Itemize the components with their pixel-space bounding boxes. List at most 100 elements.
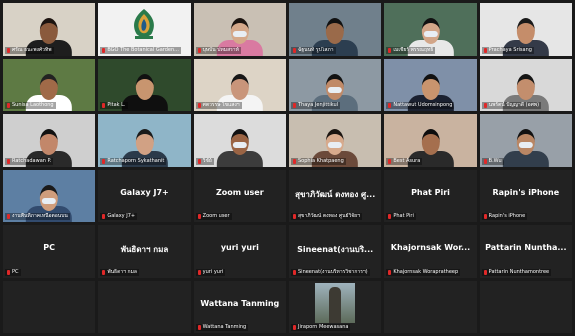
participant-tile[interactable]: วิชัย์	[193, 114, 286, 167]
participant-tile[interactable]: เมเชียร์ พรรณฤทธิ์	[384, 3, 477, 56]
participant-name-label: นพรัตน์ ปัญญาดี (อศพ)	[481, 102, 542, 109]
mic-muted-icon[interactable]	[483, 158, 487, 164]
participant-name-label: Ratchaporn Sykathanit	[100, 157, 167, 165]
participant-name-text: ศตวรรษ ไขแสงฯ	[202, 102, 240, 108]
participant-tile[interactable]: Pitak L.	[98, 58, 191, 111]
mic-muted-icon[interactable]	[7, 158, 10, 164]
participant-name-text: Pitak L.	[107, 102, 126, 108]
mic-muted-icon[interactable]	[388, 47, 392, 53]
participant-tile[interactable]: พันธิดาฯ กมล พันธิดาฯ กมล	[98, 225, 191, 278]
empty-tile	[479, 280, 572, 333]
participant-tile[interactable]: Wattana Tanming Wattana Tanming	[193, 280, 286, 333]
mic-muted-icon[interactable]	[293, 269, 296, 275]
mic-muted-icon[interactable]	[388, 158, 392, 164]
participant-name-text: Sineenat(งานบริหารวิชาการฯ)	[298, 268, 368, 275]
participant-name-text: Ratchaporn Sykathanit	[107, 157, 165, 164]
participant-display-name: yuri yuri	[220, 243, 259, 252]
participant-tile[interactable]: Ratchadawan P.	[3, 114, 96, 167]
participant-tile[interactable]: Galaxy J7+ Galaxy J7+	[98, 169, 191, 222]
participant-tile[interactable]: Jiraporn Meewasana	[289, 280, 382, 333]
participant-display-name: พันธิดาฯ กมล	[120, 245, 169, 254]
mic-muted-icon[interactable]	[7, 214, 10, 219]
mic-muted-icon[interactable]	[293, 158, 296, 164]
mic-muted-icon[interactable]	[197, 325, 201, 330]
participant-tile[interactable]: Phat Piri Phat Piri	[384, 169, 477, 222]
mic-muted-icon[interactable]	[293, 325, 296, 330]
participant-tile[interactable]: สุขาภิวัฒน์ ตงทอง ศู... สุขาภิวัฒน์ ตงทอง…	[289, 169, 382, 222]
participant-name-label: Prachaya Srisang	[481, 46, 534, 54]
participant-name-text: Galaxy J7+	[107, 213, 136, 219]
empty-tile	[384, 280, 477, 333]
mic-muted-icon[interactable]	[7, 103, 10, 108]
participant-tile[interactable]: BGO The Botanical Garden...	[98, 3, 191, 56]
participant-tile[interactable]: PC PC	[3, 225, 96, 278]
participant-tile[interactable]: B.Wu	[479, 114, 572, 167]
participant-name-text: Jiraporn Meewasana	[298, 324, 349, 330]
mic-muted-icon[interactable]	[483, 103, 487, 108]
mic-muted-icon[interactable]	[197, 269, 201, 275]
participant-display-name: PC	[43, 243, 56, 252]
participant-name-text: Ratchadawan P.	[12, 157, 52, 164]
mic-muted-icon[interactable]	[197, 158, 201, 164]
mic-muted-icon[interactable]	[388, 214, 392, 219]
participant-name-label: Best Asura	[386, 157, 423, 165]
participant-tile[interactable]: ศตวรรษ ไขแสงฯ	[193, 58, 286, 111]
participant-tile[interactable]: Best Asura	[384, 114, 477, 167]
participant-tile[interactable]: Thaya Jenjittikul	[289, 58, 382, 111]
mic-muted-icon[interactable]	[197, 47, 201, 53]
participant-tile[interactable]: Khajornsak Wor... Khajornsak Worapratheep	[384, 225, 477, 278]
participant-tile[interactable]: Pattarin Nuntha... Pattarin Nunthamontree	[479, 225, 572, 278]
mic-muted-icon[interactable]	[293, 214, 296, 219]
participant-tile[interactable]: งานพื้นที่ภาคเหนือตอนบน	[3, 169, 96, 222]
participant-display-name: Khajornsak Wor...	[390, 243, 471, 252]
participant-name-label: Rapin's iPhone	[481, 213, 528, 220]
participant-name-text: Pattarin Nunthamontree	[488, 268, 550, 275]
participant-tile[interactable]: yuri yuri yuri yuri	[193, 225, 286, 278]
empty-tile	[98, 280, 191, 333]
mic-muted-icon[interactable]	[483, 214, 487, 219]
mic-muted-icon[interactable]	[483, 269, 487, 275]
mic-muted-icon[interactable]	[197, 103, 201, 108]
participant-tile[interactable]: Nattawut Udomsinpong	[384, 58, 477, 111]
mic-muted-icon[interactable]	[102, 269, 106, 275]
participant-name-label: Nattawut Udomsinpong	[386, 102, 455, 109]
mic-muted-icon[interactable]	[483, 47, 487, 53]
participant-tile[interactable]: Prachaya Srisang	[479, 3, 572, 56]
mic-muted-icon[interactable]	[293, 103, 296, 108]
mic-muted-icon[interactable]	[7, 269, 10, 275]
participant-tile[interactable]: นพรัตน์ ปัญญาดี (อศพ)	[479, 58, 572, 111]
participant-display-name: Rapin's iPhone	[492, 187, 560, 197]
mic-muted-icon[interactable]	[102, 47, 106, 53]
mic-muted-icon[interactable]	[7, 47, 10, 53]
participant-name-text: yuri yuri	[202, 268, 224, 275]
participant-face	[40, 129, 59, 155]
participant-tile[interactable]: Rapin's iPhone Rapin's iPhone	[479, 169, 572, 222]
mic-muted-icon[interactable]	[102, 103, 106, 108]
participant-tile[interactable]: Sunisa Laothong	[3, 58, 96, 111]
mic-muted-icon[interactable]	[102, 214, 106, 219]
mic-muted-icon[interactable]	[293, 47, 296, 53]
participant-tile[interactable]: Sophia Khatpaeng	[289, 114, 382, 167]
participant-name-label: B.Wu	[481, 157, 504, 165]
participant-name-text: BGO The Botanical Garden...	[107, 46, 179, 53]
participant-name-text: Thaya Jenjittikul	[298, 102, 339, 108]
face-mask	[518, 142, 533, 148]
participant-name-text: เมเชียร์ พรรณฤทธิ์	[393, 46, 434, 53]
participant-tile[interactable]: ฉัฐนนท์ รูปโสภา	[289, 3, 382, 56]
participant-name-text: นพรัตน์ ปัญญาดี (อศพ)	[488, 102, 540, 108]
participant-tile[interactable]: Sineenat(งานบริ... Sineenat(งานบริหารวิชา…	[289, 225, 382, 278]
mic-muted-icon[interactable]	[197, 214, 201, 219]
mic-muted-icon[interactable]	[102, 158, 106, 164]
participant-display-name: สุขาภิวัฒน์ ตงทอง ศู...	[295, 189, 376, 199]
participant-name-label: สุขาภิวัฒน์ ตงทอง ศูนย์วิจัยฯ	[291, 213, 362, 220]
mic-muted-icon[interactable]	[388, 269, 392, 275]
participant-tile[interactable]: ศรัณ ธนะพงศ์วทิพ	[3, 3, 96, 56]
participant-tile[interactable]: Ratchaporn Sykathanit	[98, 114, 191, 167]
participant-tile[interactable]: Zoom user Zoom user	[193, 169, 286, 222]
video-gallery-grid: ศรัณ ธนะพงศ์วทิพ BGO The Botanical Garden…	[0, 0, 575, 336]
participant-name-text: Zoom user	[202, 213, 230, 219]
participant-tile[interactable]: บุษบัน ปทมสราท์	[193, 3, 286, 56]
mic-muted-icon[interactable]	[388, 103, 392, 108]
participant-name-text: บุษบัน ปทมสราท์	[202, 46, 239, 53]
participant-name-label: Khajornsak Worapratheep	[386, 268, 461, 276]
